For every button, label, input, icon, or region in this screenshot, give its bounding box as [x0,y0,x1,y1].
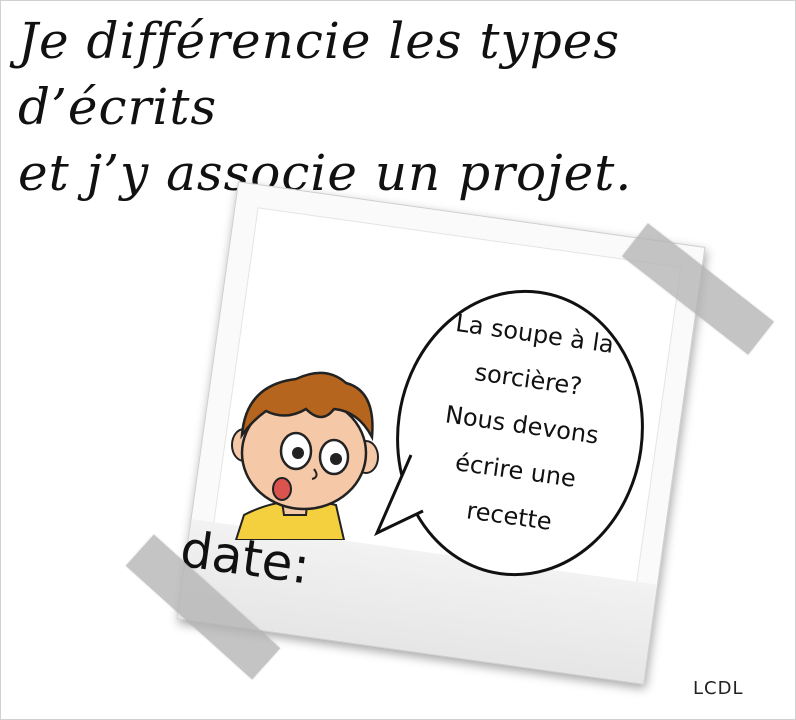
page-title: Je différencie les types d’écrits et j’y… [18,8,788,206]
title-line-2: et j’y associe un projet. [18,144,633,202]
title-line-1: Je différencie les types d’écrits [18,12,621,136]
speech-bubble-text: La soupe à la sorcière? Nous devons écri… [387,294,657,555]
credit-label: LCDL [693,678,744,699]
